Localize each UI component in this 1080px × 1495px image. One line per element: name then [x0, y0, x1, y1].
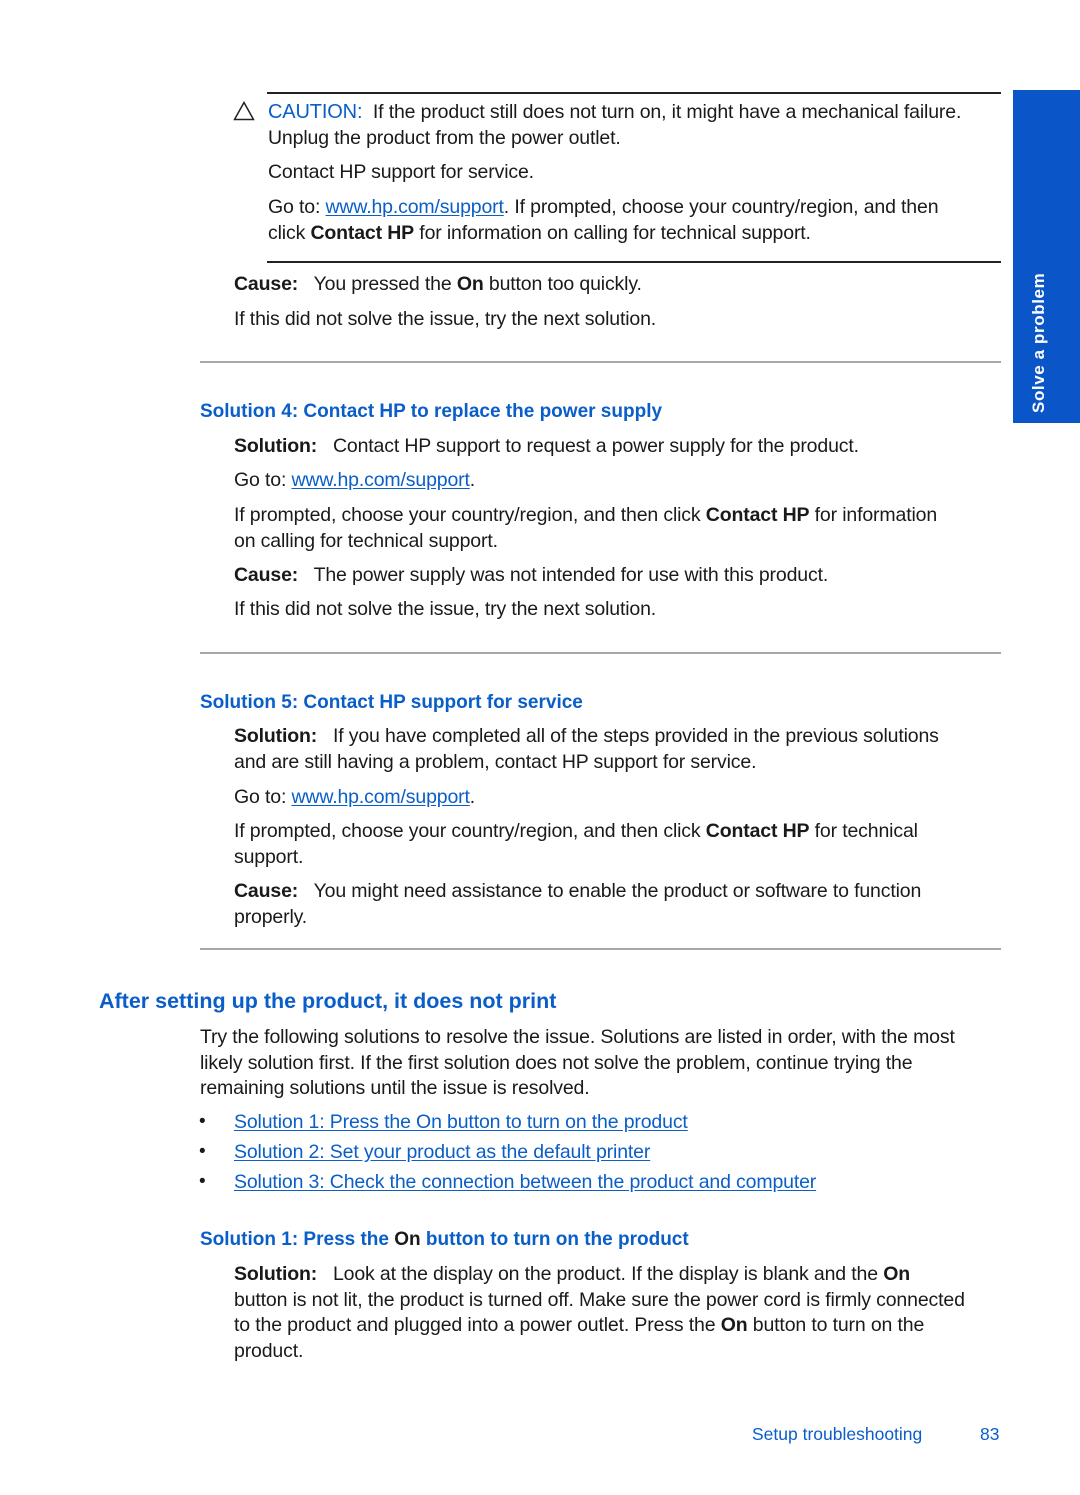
solution-5-text: Solution: If you have completed all of t…	[234, 725, 939, 773]
solution-5-cause: Cause: You might need assistance to enab…	[234, 880, 922, 928]
caution-contact-line: Contact HP support for service.	[268, 161, 534, 183]
caution-bottom-rule	[267, 261, 1001, 263]
divider	[200, 361, 1001, 363]
hp-support-link[interactable]: www.hp.com/support	[291, 786, 469, 808]
bullet: •	[199, 1111, 206, 1132]
section-intro: Try the following solutions to resolve t…	[200, 1026, 955, 1099]
solution-5-goto: Go to: www.hp.com/support.	[234, 786, 476, 808]
bullet: •	[199, 1141, 206, 1162]
side-tab-label: Solve a problem	[1029, 272, 1048, 413]
solution-5-heading: Solution 5: Contact HP support for servi…	[200, 692, 583, 713]
caution-text: CAUTION: If the product still does not t…	[268, 101, 962, 149]
next-solution-note: If this did not solve the issue, try the…	[234, 308, 657, 330]
solution-3-link[interactable]: Solution 3: Check the connection between…	[234, 1171, 816, 1193]
solution-2-link[interactable]: Solution 2: Set your product as the defa…	[234, 1141, 650, 1163]
divider	[200, 652, 1001, 654]
bullet: •	[199, 1171, 206, 1192]
caution-goto: Go to: www.hp.com/support. If prompted, …	[268, 196, 939, 244]
solution-1-link[interactable]: Solution 1: Press the On button to turn …	[234, 1111, 688, 1133]
page-number: 83	[980, 1424, 1000, 1444]
solution-link-item: Solution 1: Press the On button to turn …	[234, 1110, 688, 1136]
solution-4-text: Solution: Contact HP support to request …	[234, 435, 859, 457]
next-solution-note: If this did not solve the issue, try the…	[234, 598, 657, 620]
solution-link-item: Solution 2: Set your product as the defa…	[234, 1140, 650, 1166]
cause-paragraph: Cause: You pressed the On button too qui…	[234, 273, 642, 295]
hp-support-link[interactable]: www.hp.com/support	[325, 196, 503, 218]
solution-4-cause: Cause: The power supply was not intended…	[234, 564, 829, 586]
caution-label: CAUTION:	[268, 101, 363, 123]
solution-1-heading: Solution 1: Press the On button to turn …	[200, 1229, 689, 1250]
section-heading: After setting up the product, it does no…	[99, 989, 557, 1013]
solution-4-prompt: If prompted, choose your country/region,…	[234, 504, 938, 552]
solution-1-text: Solution: Look at the display on the pro…	[234, 1263, 965, 1362]
hp-support-link[interactable]: www.hp.com/support	[291, 469, 469, 491]
solution-4-heading: Solution 4: Contact HP to replace the po…	[200, 401, 663, 422]
caution-triangle-icon	[233, 101, 255, 121]
footer-section-label: Setup troubleshooting	[752, 1424, 923, 1444]
solution-4-goto: Go to: www.hp.com/support.	[234, 469, 476, 491]
solution-link-item: Solution 3: Check the connection between…	[234, 1170, 816, 1196]
caution-top-rule	[267, 92, 1001, 94]
divider	[200, 948, 1001, 950]
solution-5-prompt: If prompted, choose your country/region,…	[234, 820, 918, 868]
